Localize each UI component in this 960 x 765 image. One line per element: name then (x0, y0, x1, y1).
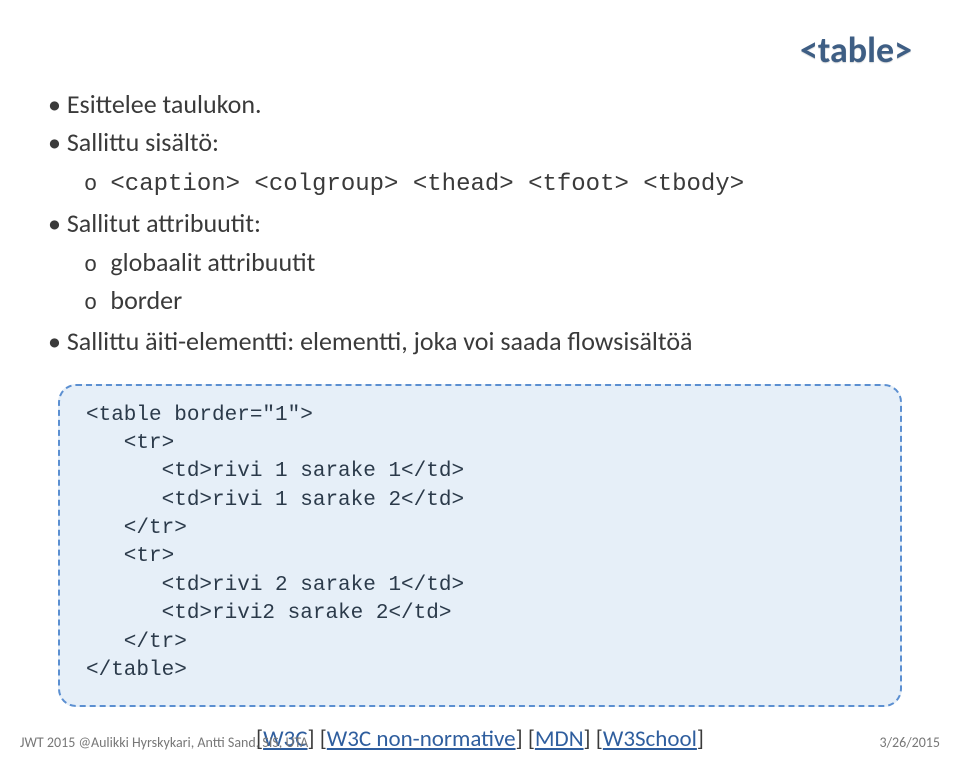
code-example-box: <table border="1"> <tr> <td>rivi 1 sarak… (58, 384, 902, 707)
list-item: border (84, 282, 912, 320)
sub-list: globaalit attribuutit border (48, 244, 912, 320)
list-item-text: border (110, 284, 182, 316)
slide: <table> Esittelee taulukon. Sallittu sis… (0, 0, 960, 765)
list-item-text: Sallittu sisältö: (67, 126, 219, 158)
footer-date: 3/26/2015 (880, 734, 940, 751)
list-item: <caption> <colgroup> <thead> <tfoot> <tb… (84, 163, 912, 202)
sub-list: <caption> <colgroup> <thead> <tfoot> <tb… (48, 163, 912, 202)
bullet-list: Esittelee taulukon. Sallittu sisältö: <c… (48, 86, 912, 360)
list-item: Sallittu äiti-elementti: elementti, joka… (48, 323, 912, 359)
list-item: Sallittu sisältö: <caption> <colgroup> <… (48, 124, 912, 201)
list-item-text: Sallitut attribuutit: (67, 207, 261, 239)
slide-footer: JWT 2015 @Aulikki Hyrskykari, Antti Sand… (20, 734, 940, 751)
list-item-text: Sallittu äiti-elementti: elementti, joka… (67, 325, 693, 357)
list-item-text: globaalit attribuutit (110, 246, 315, 278)
list-item-text: <caption> <colgroup> <thead> <tfoot> <tb… (110, 171, 744, 198)
code-example: <table border="1"> <tr> <td>rivi 1 sarak… (86, 402, 874, 685)
list-item: globaalit attribuutit (84, 244, 912, 282)
slide-content: Esittelee taulukon. Sallittu sisältö: <c… (48, 38, 912, 753)
list-item-text: Esittelee taulukon. (67, 88, 262, 120)
list-item: Sallitut attribuutit: globaalit attribuu… (48, 205, 912, 319)
footer-author: JWT 2015 @Aulikki Hyrskykari, Antti Sand… (20, 734, 308, 751)
page-title: <table> (800, 28, 912, 72)
list-item: Esittelee taulukon. (48, 86, 912, 122)
